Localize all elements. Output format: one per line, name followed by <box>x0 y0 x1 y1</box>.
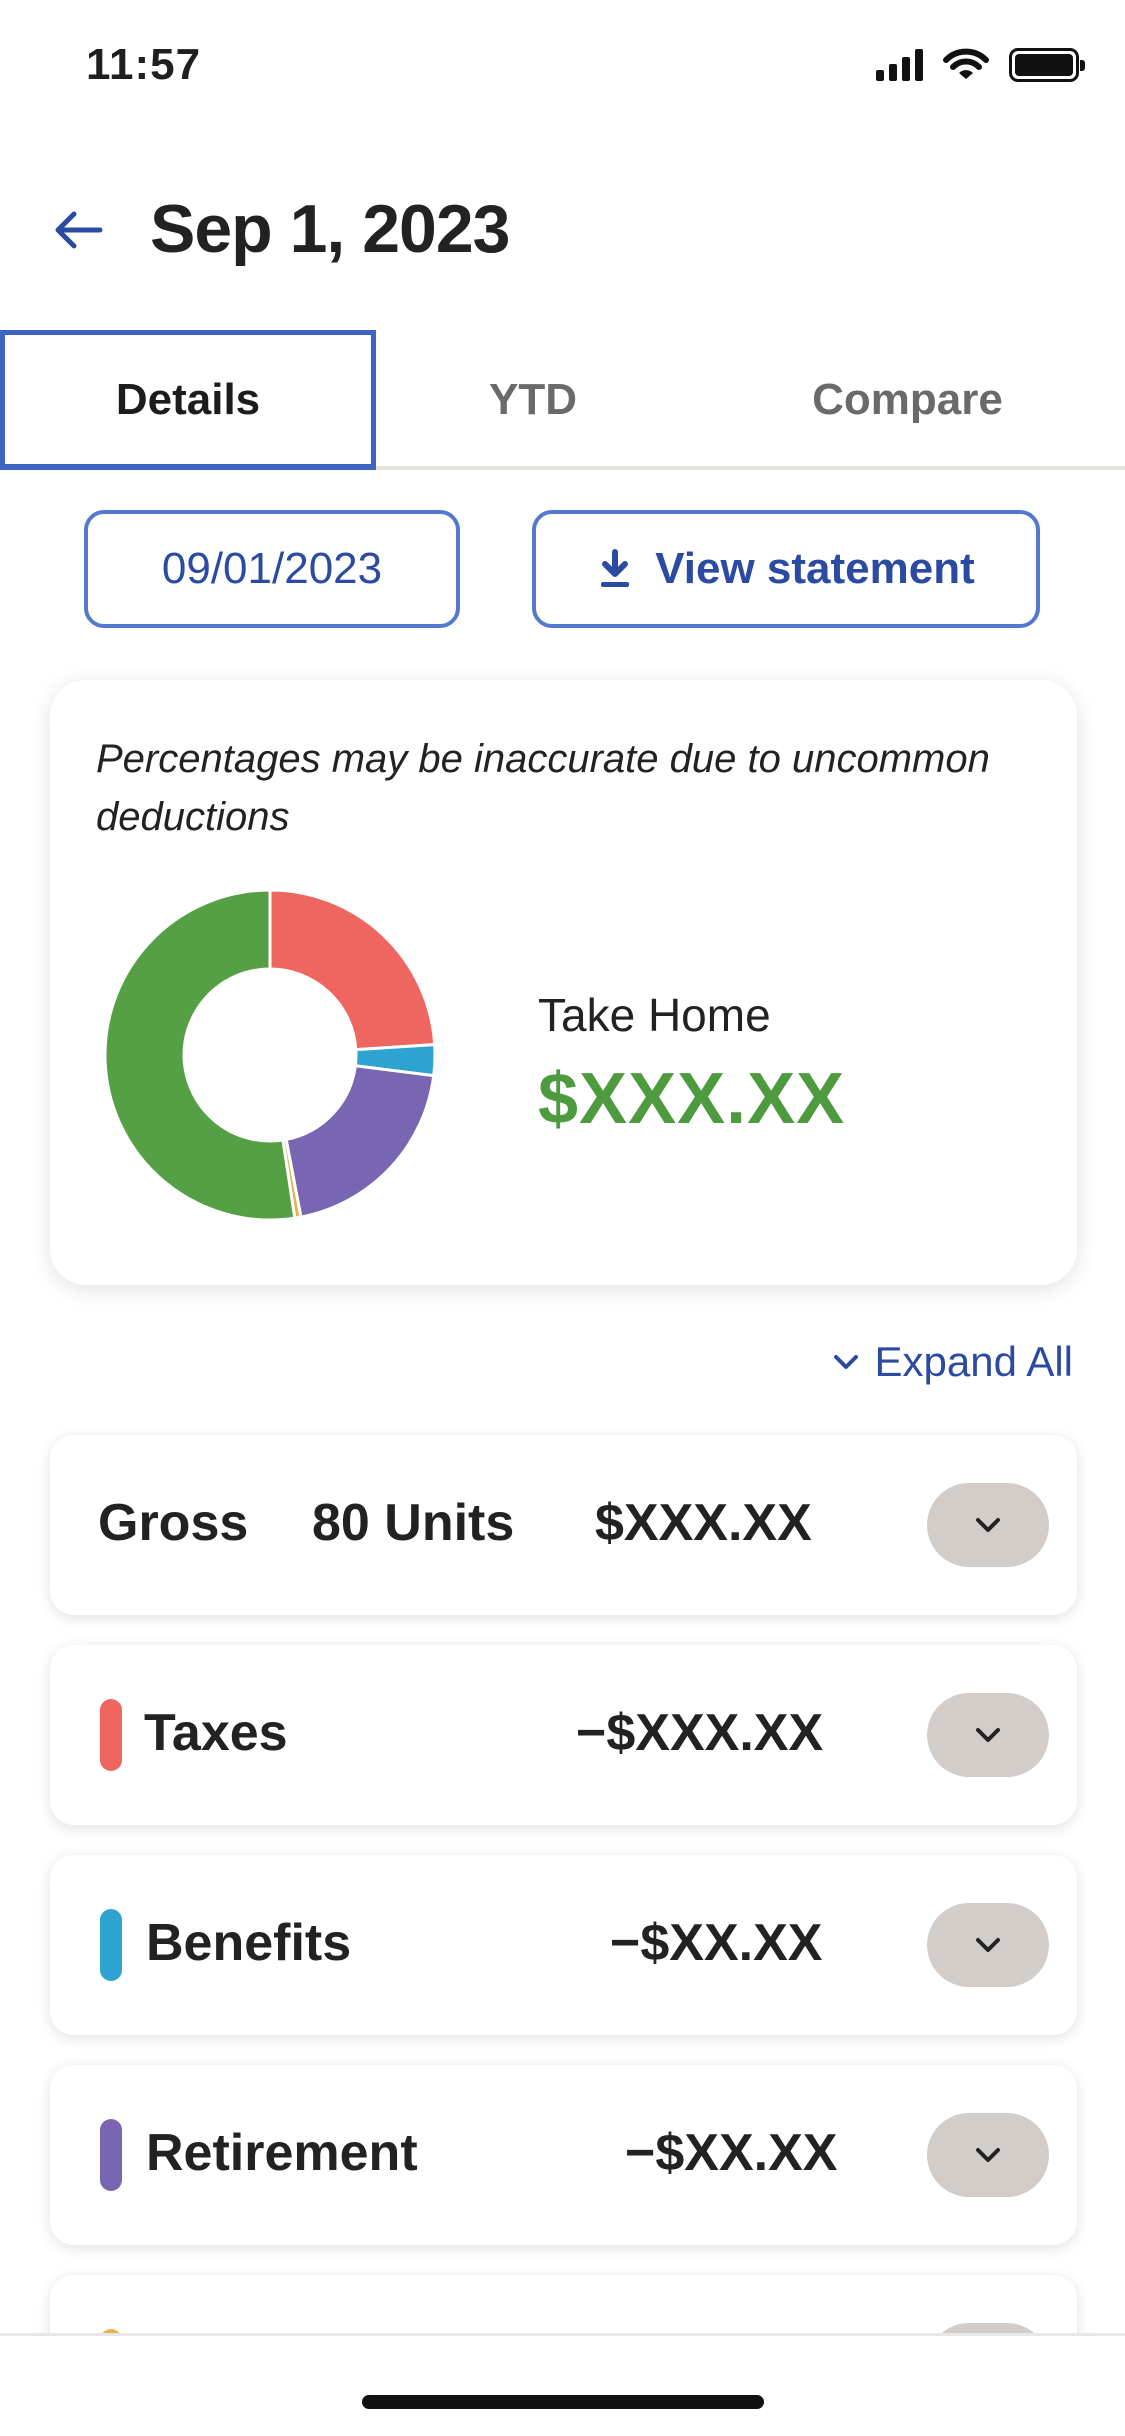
retirement-color-marker <box>100 2119 122 2191</box>
taxes-color-marker <box>100 1699 122 1771</box>
benefits-label: Benefits <box>146 1914 352 1972</box>
taxes-label: Taxes <box>144 1704 288 1762</box>
page-title: Sep 1, 2023 <box>150 191 510 267</box>
status-icons <box>876 48 1085 82</box>
status-bar: 11:57 <box>0 0 1125 140</box>
expand-all-label: Expand All <box>874 1338 1073 1385</box>
view-statement-label: View statement <box>655 544 975 593</box>
pay-date-button[interactable]: 09/01/2023 <box>84 510 460 628</box>
benefits-expand-button[interactable] <box>927 1903 1049 1987</box>
pay-breakdown-donut-chart <box>103 888 437 1222</box>
donut-slice-retirement <box>284 1064 436 1219</box>
status-time: 11:57 <box>86 40 202 89</box>
chevron-down-icon <box>976 1728 1000 1742</box>
chevron-down-icon <box>976 2148 1000 2162</box>
taxes-expand-button[interactable] <box>927 1693 1049 1777</box>
donut-slice-take-home <box>103 888 297 1222</box>
donut-slice-taxes <box>268 888 437 1052</box>
chevron-down-icon <box>833 1355 858 1369</box>
action-buttons: 09/01/2023 View statement <box>0 510 1125 630</box>
expand-all-button[interactable]: Expand All <box>831 1338 1073 1386</box>
take-home-value: $XXX.XX <box>538 1059 846 1139</box>
header: Sep 1, 2023 <box>0 180 1125 280</box>
gross-label: Gross <box>98 1494 249 1552</box>
gross-expand-button[interactable] <box>927 1483 1049 1567</box>
cellular-signal-icon <box>876 49 923 81</box>
pay-statement-screen: 11:57 Sep 1, 2023 Details YTD Compare 09… <box>0 0 1125 2436</box>
percentage-disclaimer: Percentages may be inaccurate due to unc… <box>96 737 990 839</box>
home-indicator[interactable] <box>362 2395 764 2409</box>
retirement-expand-button[interactable] <box>927 2113 1049 2197</box>
battery-icon <box>1009 48 1085 82</box>
download-icon <box>601 549 630 587</box>
arrow-left-icon[interactable] <box>48 202 108 258</box>
pay-breakdown-card: Percentages may be inaccurate due to unc… <box>50 680 1077 1285</box>
benefits-color-marker <box>100 1909 122 1981</box>
take-home-label: Take Home <box>538 989 771 1041</box>
tab-details[interactable]: Details <box>0 330 376 470</box>
bottom-bar <box>0 2336 1125 2436</box>
chevron-down-icon <box>976 1518 1000 1532</box>
taxes-amount: −$XXX.XX <box>576 1704 824 1762</box>
view-statement-button[interactable]: View statement <box>532 510 1040 628</box>
gross-units: 80 Units <box>312 1494 515 1552</box>
wifi-icon <box>943 48 989 79</box>
benefits-amount: −$XX.XX <box>610 1914 823 1972</box>
retirement-amount: −$XX.XX <box>625 2124 838 2182</box>
retirement-label: Retirement <box>146 2124 418 2182</box>
retirement-row[interactable]: Retirement −$XX.XX <box>50 2065 1077 2245</box>
taxes-row[interactable]: Taxes −$XXX.XX <box>50 1645 1077 1825</box>
chevron-down-icon <box>976 1938 1000 1952</box>
tab-bar: Details YTD Compare <box>0 330 1125 470</box>
tab-compare[interactable]: Compare <box>690 330 1125 470</box>
gross-amount: $XXX.XX <box>595 1494 812 1552</box>
tab-ytd[interactable]: YTD <box>376 330 690 470</box>
benefits-row[interactable]: Benefits −$XX.XX <box>50 1855 1077 2035</box>
gross-row[interactable]: Gross 80 Units $XXX.XX <box>50 1435 1077 1615</box>
